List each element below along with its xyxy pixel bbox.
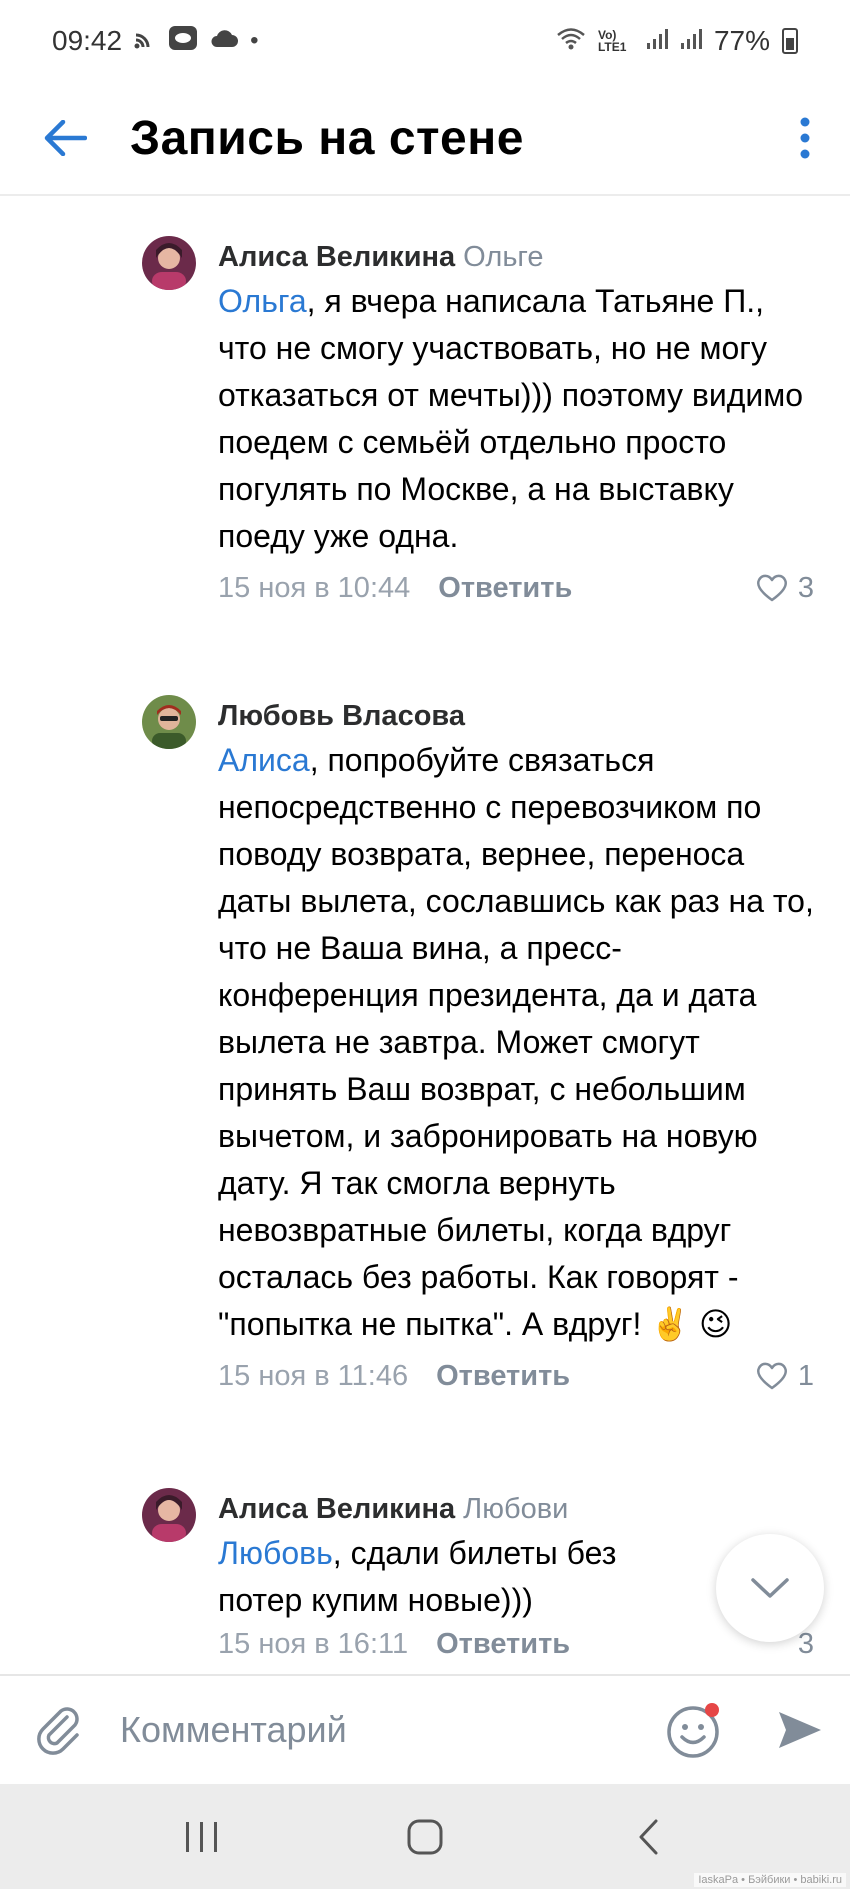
comment-mention[interactable]: Ольга <box>218 283 307 319</box>
status-left: 09:42 • <box>52 25 258 58</box>
heart-icon <box>756 574 787 602</box>
chevron-left-icon <box>639 1819 658 1854</box>
comment-footer: 15 ноя в 16:11 Ответить 3 <box>218 1622 814 1666</box>
avatar[interactable] <box>142 236 196 290</box>
comment-body: Алиса Великина Ольге Ольга, я вчера напис… <box>218 236 814 610</box>
battery-icon <box>782 28 798 54</box>
comment-reply-to[interactable]: Ольге <box>463 241 543 273</box>
wifi-icon <box>556 25 586 57</box>
comment-mention[interactable]: Любовь <box>218 1535 333 1571</box>
more-vertical-icon <box>800 117 810 159</box>
comment-body: Алиса Великина Любови Любовь, сдали билет… <box>218 1488 700 1624</box>
heart-icon <box>756 1362 787 1390</box>
scroll-to-bottom-button[interactable] <box>716 1534 824 1642</box>
like-count: 1 <box>797 1359 814 1392</box>
status-time: 09:42 <box>52 25 123 56</box>
comment-footer: 15 ноя в 11:46 Ответить 1 <box>218 1354 814 1398</box>
watermark: IaskaPa • Бэйбики • babiki.ru <box>694 1873 846 1887</box>
comment-date: 15 ноя в 10:44 <box>218 571 411 604</box>
comment-author[interactable]: Алиса Великина <box>218 1493 455 1525</box>
lte-label: Vo) LTE1 <box>597 28 627 54</box>
comment-text: Любовь, сдали билеты без потер купим нов… <box>218 1530 700 1624</box>
comment-body: Любовь Власова Алиса, попробуйте связать… <box>218 695 814 1398</box>
app-notification-icon <box>168 25 198 58</box>
like-button[interactable]: 1 <box>756 1360 814 1393</box>
comment-header: Любовь Власова <box>218 695 814 737</box>
recent-apps-icon <box>185 1821 217 1852</box>
status-bar: 09:42 • Vo) LTE1 77% <box>0 0 850 82</box>
reply-button[interactable]: Ответить <box>438 572 572 605</box>
attach-button[interactable] <box>0 1675 120 1785</box>
page-title: Запись на стене <box>130 111 524 165</box>
comment-header: Алиса Великина Ольге <box>218 236 814 278</box>
avatar[interactable] <box>142 695 196 749</box>
signal-icon-2 <box>680 25 702 57</box>
arrow-left-icon <box>44 120 87 156</box>
emoji-button[interactable] <box>640 1675 750 1785</box>
comment-header: Алиса Великина Любови <box>218 1488 700 1530</box>
more-menu-button[interactable] <box>760 81 850 195</box>
signal-icon <box>646 25 668 57</box>
home-button[interactable] <box>380 1792 470 1882</box>
send-button[interactable] <box>750 1675 850 1785</box>
comment-composer <box>0 1674 850 1784</box>
comment-input[interactable] <box>120 1695 640 1765</box>
chevron-down-icon <box>751 1578 789 1598</box>
like-button[interactable]: 3 <box>756 572 814 605</box>
comments-list: Алиса Великина Ольге Ольга, я вчера напис… <box>0 196 850 1674</box>
home-icon <box>407 1819 443 1854</box>
comment-reply-to[interactable]: Любови <box>463 1493 568 1525</box>
back-button[interactable] <box>0 81 130 195</box>
status-right: Vo) LTE1 77% <box>556 25 798 57</box>
comment-text-body: , я вчера написала Татьяне П., что не см… <box>218 283 804 554</box>
dot-icon: • <box>250 27 259 54</box>
reply-button[interactable]: Ответить <box>436 1360 570 1393</box>
smiley-icon <box>667 1703 719 1758</box>
comment-author[interactable]: Любовь Власова <box>218 700 465 732</box>
send-icon <box>779 1712 821 1748</box>
back-nav-button[interactable] <box>603 1792 693 1882</box>
comment-text: Алиса, попробуйте связаться непосредстве… <box>218 737 814 1348</box>
recent-apps-button[interactable] <box>157 1792 247 1882</box>
comment-footer: 15 ноя в 10:44 Ответить 3 <box>218 566 814 610</box>
cast-icon <box>134 27 156 56</box>
app-bar: Запись на стене <box>0 82 850 196</box>
comment-text-body: , попробуйте связаться непосредственно с… <box>218 742 814 1342</box>
battery-percent: 77% <box>713 25 770 56</box>
comment-date: 15 ноя в 16:11 <box>218 1627 409 1660</box>
comment-text: Ольга, я вчера написала Татьяне П., что … <box>218 278 814 560</box>
comment-mention[interactable]: Алиса <box>218 742 310 778</box>
cloud-icon <box>210 27 239 55</box>
like-count: 3 <box>797 571 814 604</box>
comment-date: 15 ноя в 11:46 <box>218 1359 409 1392</box>
comment-author[interactable]: Алиса Великина <box>218 241 455 273</box>
paperclip-icon <box>37 1707 79 1755</box>
reply-button[interactable]: Ответить <box>436 1628 570 1661</box>
avatar[interactable] <box>142 1488 196 1542</box>
